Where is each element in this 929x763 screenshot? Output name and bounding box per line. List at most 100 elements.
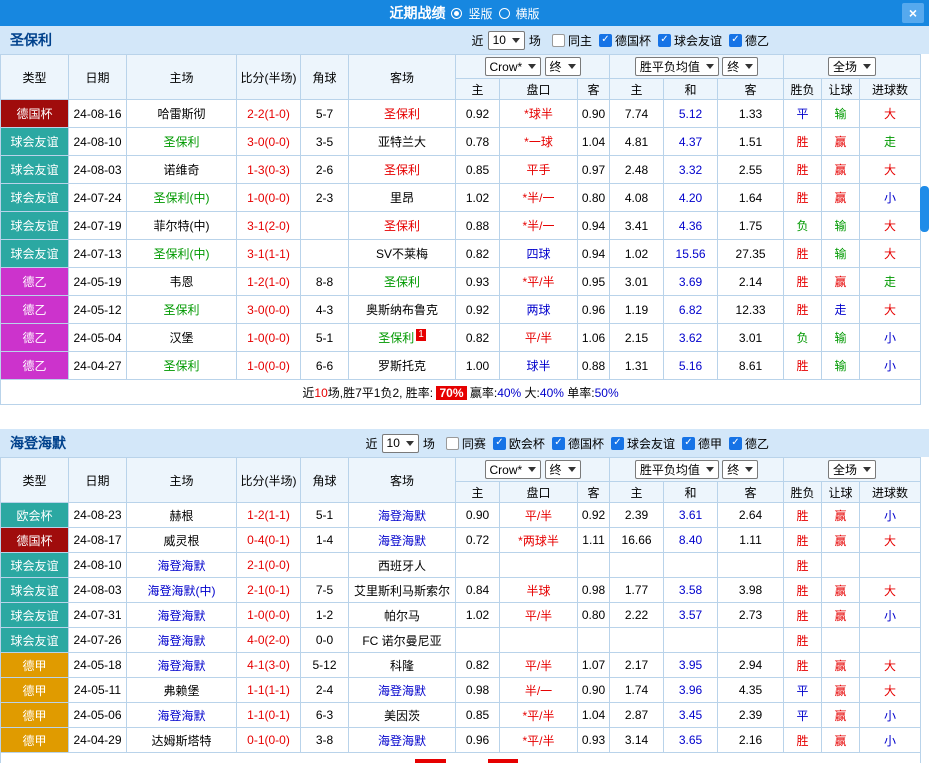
home-team-cell: 达姆斯塔特 bbox=[127, 728, 237, 753]
scrollbar-thumb[interactable] bbox=[920, 186, 929, 232]
fulltime-select[interactable]: 全场 bbox=[828, 57, 876, 76]
odds-company-select[interactable]: Crow* bbox=[485, 57, 542, 76]
horizontal-layout-label[interactable]: 横版 bbox=[516, 5, 540, 22]
date-cell: 24-05-12 bbox=[69, 296, 127, 324]
filter-checkbox[interactable]: ✓德甲 bbox=[682, 435, 722, 452]
match-type-cell: 德甲 bbox=[1, 678, 69, 703]
avg-final-select[interactable]: 终 bbox=[722, 57, 758, 76]
odds-final-select[interactable]: 终 bbox=[545, 460, 581, 479]
wdl-result-cell: 负 bbox=[784, 324, 822, 352]
vertical-layout-radio[interactable] bbox=[451, 8, 462, 19]
away-team-name: 奥斯纳布鲁克 bbox=[366, 303, 438, 317]
odds-company-select[interactable]: Crow* bbox=[485, 460, 542, 479]
away-team-name: 西班牙人 bbox=[378, 559, 426, 573]
home-team-name: 海登海默 bbox=[157, 709, 205, 723]
avg-home-cell: 4.08 bbox=[610, 184, 664, 212]
home-team-name: 圣保利 bbox=[163, 303, 199, 317]
odds-away-cell: 1.04 bbox=[578, 128, 610, 156]
filter-checkbox[interactable]: ✓德国杯 bbox=[599, 32, 651, 49]
filter-checkbox[interactable]: ✓欧会杯 bbox=[493, 435, 545, 452]
avg-draw-cell: 4.36 bbox=[664, 212, 718, 240]
chevron-down-icon bbox=[706, 467, 714, 472]
matches-table: 类型 日期 主场 比分(半场) 角球 客场 Crow* 终 胜平负均值 终 bbox=[0, 54, 921, 405]
checkbox-icon[interactable]: ✓ bbox=[493, 437, 506, 450]
wdl-result-cell: 胜 bbox=[784, 268, 822, 296]
match-count-select[interactable]: 10 bbox=[382, 434, 419, 453]
avg-home-cell: 2.48 bbox=[610, 156, 664, 184]
wdl-result-cell: 胜 bbox=[784, 628, 822, 653]
filter-checkbox[interactable]: 同主 bbox=[552, 32, 592, 49]
avg-away-cell: 3.98 bbox=[718, 578, 784, 603]
home-team-cell: 圣保利 bbox=[127, 296, 237, 324]
odds-away-cell: 1.04 bbox=[578, 703, 610, 728]
filter-checkbox[interactable]: ✓德乙 bbox=[729, 435, 769, 452]
handicap-result-cell: 输 bbox=[822, 240, 860, 268]
odds-home-cell: 1.00 bbox=[456, 352, 500, 380]
summary-text: 场,胜7平1负2, 胜率: bbox=[328, 386, 437, 400]
match-row: 球会友谊24-07-31海登海默1-0(0-0)1-2帕尔马1.02平/半0.8… bbox=[1, 603, 921, 628]
odds-final-select[interactable]: 终 bbox=[545, 57, 581, 76]
handicap-result-cell: 赢 bbox=[822, 678, 860, 703]
select-value: 10 bbox=[493, 33, 506, 47]
odds-home-cell bbox=[456, 553, 500, 578]
date-cell: 24-08-10 bbox=[69, 553, 127, 578]
filter-checkbox[interactable]: ✓德乙 bbox=[729, 32, 769, 49]
corners-cell: 0-0 bbox=[301, 628, 349, 653]
corners-cell: 2-6 bbox=[301, 156, 349, 184]
filter-checkbox[interactable]: ✓球会友谊 bbox=[658, 32, 722, 49]
match-count-select[interactable]: 10 bbox=[488, 31, 525, 50]
section-header: 海登海默 近 10 场 同赛✓欧会杯✓德国杯✓球会友谊✓德甲✓德乙 bbox=[0, 429, 929, 457]
avg-select[interactable]: 胜平负均值 bbox=[635, 57, 719, 76]
filters-bar: 近 10 场 同赛✓欧会杯✓德国杯✓球会友谊✓德甲✓德乙 bbox=[366, 434, 769, 453]
summary-text: 10 bbox=[314, 386, 327, 400]
checkbox-icon[interactable] bbox=[552, 34, 565, 47]
vertical-layout-label[interactable]: 竖版 bbox=[468, 5, 492, 22]
filter-checkbox[interactable]: ✓德国杯 bbox=[552, 435, 604, 452]
odds-away-cell: 0.90 bbox=[578, 100, 610, 128]
checkbox-icon[interactable]: ✓ bbox=[729, 34, 742, 47]
checkbox-icon[interactable]: ✓ bbox=[658, 34, 671, 47]
avg-final-select[interactable]: 终 bbox=[722, 460, 758, 479]
date-cell: 24-08-16 bbox=[69, 100, 127, 128]
handicap-cell: *半/一 bbox=[500, 184, 578, 212]
wdl-result-cell: 平 bbox=[784, 678, 822, 703]
col-corners-header: 角球 bbox=[301, 55, 349, 100]
col-wdl-header: 胜负 bbox=[784, 482, 822, 503]
score-cell: 3-0(0-0) bbox=[237, 296, 301, 324]
checkbox-icon[interactable]: ✓ bbox=[611, 437, 624, 450]
handicap-result-cell: 赢 bbox=[822, 184, 860, 212]
fulltime-select[interactable]: 全场 bbox=[828, 460, 876, 479]
chevron-down-icon bbox=[406, 441, 414, 446]
col-date-header: 日期 bbox=[69, 458, 127, 503]
avg-home-cell: 3.01 bbox=[610, 268, 664, 296]
avg-away-cell: 27.35 bbox=[718, 240, 784, 268]
handicap-result-cell: 赢 bbox=[822, 156, 860, 184]
match-type-cell: 欧会杯 bbox=[1, 503, 69, 528]
col-odds-away-header: 客 bbox=[578, 79, 610, 100]
handicap-cell: *平/半 bbox=[500, 728, 578, 753]
checkbox-icon[interactable] bbox=[446, 437, 459, 450]
checkbox-icon[interactable]: ✓ bbox=[682, 437, 695, 450]
home-team-name: 菲尔特(中) bbox=[154, 219, 210, 233]
handicap-cell: 四球 bbox=[500, 240, 578, 268]
handicap-cell bbox=[500, 553, 578, 578]
score-cell: 1-0(0-0) bbox=[237, 352, 301, 380]
chevron-down-icon bbox=[568, 467, 576, 472]
filter-checkbox[interactable]: ✓球会友谊 bbox=[611, 435, 675, 452]
checkbox-icon[interactable]: ✓ bbox=[599, 34, 612, 47]
checkbox-icon[interactable]: ✓ bbox=[552, 437, 565, 450]
odds-home-cell: 0.85 bbox=[456, 156, 500, 184]
avg-away-cell: 2.39 bbox=[718, 703, 784, 728]
away-team-name: 罗斯托克 bbox=[378, 359, 426, 373]
checkbox-icon[interactable]: ✓ bbox=[729, 437, 742, 450]
handicap-result-cell: 输 bbox=[822, 212, 860, 240]
away-team-cell: 美因茨 bbox=[349, 703, 456, 728]
horizontal-layout-radio[interactable] bbox=[499, 8, 510, 19]
competition-filters: 同主 ✓德国杯 ✓球会友谊 ✓德乙 bbox=[545, 32, 769, 49]
home-team-cell: 圣保利 bbox=[127, 128, 237, 156]
filter-checkbox[interactable]: 同赛 bbox=[446, 435, 486, 452]
close-button[interactable]: × bbox=[902, 3, 924, 23]
home-team-name: 达姆斯塔特 bbox=[151, 734, 211, 748]
avg-select[interactable]: 胜平负均值 bbox=[635, 460, 719, 479]
away-team-cell: FC 诺尔曼尼亚 bbox=[349, 628, 456, 653]
